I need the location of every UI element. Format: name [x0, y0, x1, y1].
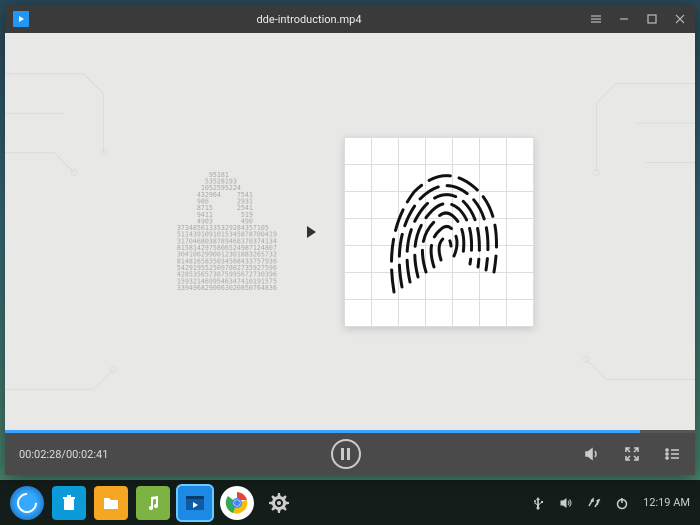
volume-tray-icon[interactable] [559, 496, 573, 510]
pause-icon [341, 448, 350, 460]
padlock-ascii-icon: 95181 53528193 1052595224 432964 7541 98… [168, 172, 276, 292]
video-frame-content: 95181 53528193 1052595224 432964 7541 98… [5, 33, 695, 430]
progress-bar[interactable] [5, 430, 695, 433]
maximize-button[interactable] [645, 12, 659, 26]
window-controls [589, 12, 687, 26]
fullscreen-button[interactable] [623, 445, 641, 463]
dock-file-manager[interactable] [94, 486, 128, 520]
dock-settings[interactable] [262, 486, 296, 520]
dock-chrome[interactable] [220, 486, 254, 520]
dock-trash[interactable] [52, 486, 86, 520]
taskbar: 12:19 AM [0, 480, 700, 525]
usb-tray-icon[interactable] [531, 496, 545, 510]
time-display: 00:02:28/00:02:41 [19, 448, 108, 461]
close-button[interactable] [673, 12, 687, 26]
fingerprint-card [344, 137, 534, 327]
minimize-button[interactable] [617, 12, 631, 26]
video-player-window: dde-introduction.mp4 [5, 5, 695, 475]
pause-button[interactable] [331, 439, 361, 469]
dock [10, 486, 296, 520]
clock[interactable]: 12:19 AM [643, 496, 690, 509]
system-tray: 12:19 AM [531, 496, 690, 510]
volume-button[interactable] [583, 445, 601, 463]
app-logo-icon [13, 11, 29, 27]
dock-launcher[interactable] [10, 486, 44, 520]
dock-video-player[interactable] [178, 486, 212, 520]
power-tray-icon[interactable] [615, 496, 629, 510]
window-title: dde-introduction.mp4 [29, 13, 589, 26]
menu-button[interactable] [589, 12, 603, 26]
network-tray-icon[interactable] [587, 496, 601, 510]
video-canvas[interactable]: 95181 53528193 1052595224 432964 7541 98… [5, 33, 695, 430]
titlebar[interactable]: dde-introduction.mp4 [5, 5, 695, 33]
dock-music[interactable] [136, 486, 170, 520]
control-bar: 00:02:28/00:02:41 [5, 433, 695, 475]
fingerprint-icon [364, 152, 514, 312]
progress-fill [5, 430, 640, 433]
playlist-button[interactable] [663, 445, 681, 463]
arrow-right-icon [307, 226, 316, 238]
